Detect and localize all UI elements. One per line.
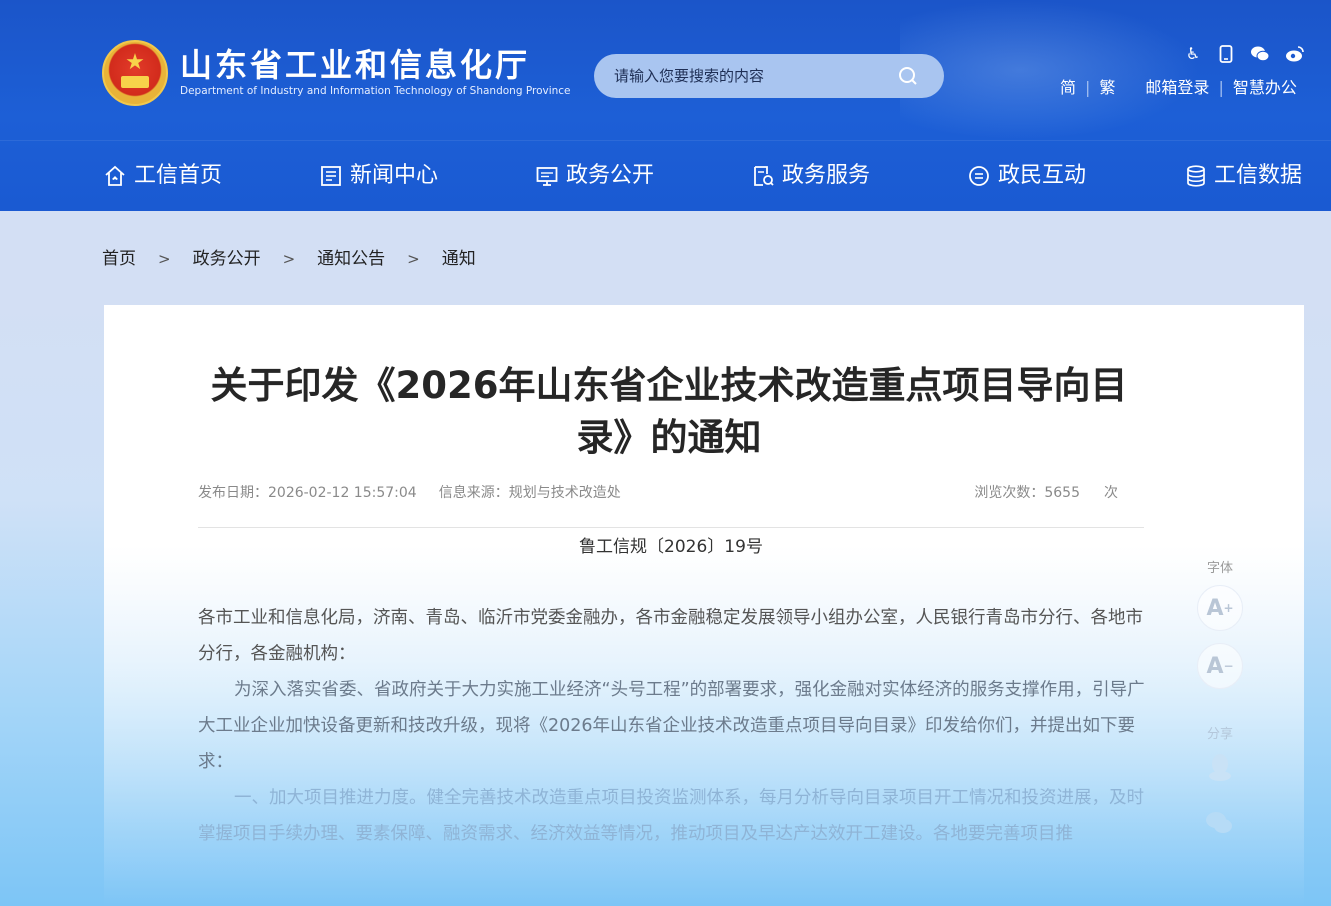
emblem-star-icon: ★	[125, 50, 145, 75]
font-increase-sup: +	[1223, 601, 1234, 615]
source: 规划与技术改造处	[508, 485, 621, 501]
mobile-icon[interactable]	[1215, 43, 1237, 65]
meta-left: 发布日期：2026-02-12 15:57:04 信息来源：规划与技术改造处	[198, 482, 621, 504]
font-increase-button[interactable]: A +	[1197, 585, 1243, 631]
search-icon[interactable]	[898, 66, 918, 86]
views-count: 5655	[1044, 485, 1080, 501]
wechat-icon[interactable]	[1249, 43, 1271, 65]
chat-icon	[969, 166, 989, 186]
breadcrumb-gov-affairs-open[interactable]: 政务公开	[193, 246, 261, 272]
breadcrumb-separator: >	[407, 250, 420, 268]
source-label: 信息来源：	[438, 485, 509, 501]
news-icon	[321, 166, 341, 186]
header-divider	[0, 140, 1331, 141]
document-number: 鲁工信规〔2026〕19号	[579, 537, 763, 557]
tool-icons: ♿	[1182, 43, 1307, 65]
wechat-share-icon[interactable]	[1204, 810, 1234, 840]
nav-item-gov-services[interactable]: 政务服务	[752, 150, 870, 202]
article-meta: 发布日期：2026-02-12 15:57:04 信息来源：规划与技术改造处 浏览…	[198, 482, 1144, 504]
national-emblem-logo[interactable]: ★	[102, 40, 168, 106]
link-separator: |	[1218, 78, 1224, 97]
simplified-chinese-link[interactable]: 简	[1060, 76, 1076, 100]
emblem-gate-icon	[121, 76, 149, 88]
article-body: 各市工业和信息化局，济南、青岛、临沂市党委金融办，各市金融稳定发展领导小组办公室…	[198, 600, 1146, 852]
article-title: 关于印发《2026年山东省企业技术改造重点项目导向目录》的通知	[210, 364, 1128, 459]
views-unit: 次	[1104, 485, 1118, 501]
nav-label: 工信首页	[134, 163, 223, 188]
link-separator: |	[1085, 78, 1091, 97]
search-box	[594, 54, 944, 98]
views-label: 浏览次数：	[974, 485, 1045, 501]
smart-office-link[interactable]: 智慧办公	[1233, 76, 1297, 100]
breadcrumb-notice[interactable]: 通知	[442, 246, 476, 272]
monitor-icon	[536, 167, 558, 186]
font-decrease-button[interactable]: A −	[1197, 643, 1243, 689]
home-icon	[105, 165, 125, 186]
share-label: 分享	[1206, 727, 1233, 742]
nav-item-interaction[interactable]: 政民互动	[968, 150, 1086, 202]
accessibility-icon[interactable]: ♿	[1182, 43, 1204, 65]
nav-label: 政务公开	[566, 163, 655, 188]
breadcrumb-home[interactable]: 首页	[102, 246, 136, 272]
search-input[interactable]	[614, 62, 894, 90]
font-decrease-glyph: A	[1206, 653, 1224, 679]
traditional-chinese-link[interactable]: 繁	[1099, 76, 1115, 100]
breadcrumb: 首页 > 政务公开 > 通知公告 > 通知	[102, 246, 476, 272]
article-paragraph: 一、加大项目推进力度。健全完善技术改造重点项目投资监测体系，每月分析导向目录项目…	[198, 788, 1144, 844]
nav-label: 工信数据	[1214, 163, 1303, 188]
meta-divider	[198, 527, 1144, 528]
font-increase-glyph: A	[1206, 595, 1224, 621]
weibo-icon[interactable]	[1284, 43, 1306, 65]
breadcrumb-announcements[interactable]: 通知公告	[317, 246, 385, 272]
site-subtitle: Department of Industry and Information T…	[180, 85, 571, 97]
article-paragraph: 各市工业和信息化局，济南、青岛、临沂市党委金融办，各市金融稳定发展领导小组办公室…	[198, 608, 1143, 664]
header-background-decoration	[900, 0, 1200, 140]
font-decrease-sup: −	[1223, 659, 1234, 673]
article-paragraph: 为深入落实省委、省政府关于大力实施工业经济“头号工程”的部署要求，强化金融对实体…	[198, 680, 1145, 772]
breadcrumb-separator: >	[158, 250, 171, 268]
publish-date-label: 发布日期：	[198, 485, 268, 501]
qq-icon[interactable]	[1205, 752, 1235, 782]
meta-right: 浏览次数：5655 次	[974, 482, 1118, 504]
nav-item-news[interactable]: 新闻中心	[320, 150, 438, 202]
font-size-label: 字体	[1206, 561, 1233, 576]
database-icon	[1187, 165, 1205, 187]
main-nav: 工信首页 新闻中心 政务公开 政务服务 政民互动 工信数据	[0, 150, 1331, 202]
publish-date: 2026-02-12 15:57:04	[268, 485, 417, 501]
nav-label: 政民互动	[998, 163, 1087, 188]
nav-label: 新闻中心	[350, 163, 439, 188]
breadcrumb-separator: >	[282, 250, 296, 268]
site-header: ★ 山东省工业和信息化厅 Department of Industry and …	[0, 0, 1331, 211]
nav-item-home[interactable]: 工信首页	[104, 150, 222, 202]
nav-item-data[interactable]: 工信数据	[1186, 150, 1302, 202]
top-links: 简 | 繁 邮箱登录 | 智慧办公	[1060, 76, 1297, 100]
mail-login-link[interactable]: 邮箱登录	[1145, 76, 1209, 100]
service-icon	[754, 166, 774, 186]
nav-item-gov-affairs-open[interactable]: 政务公开	[536, 150, 654, 202]
nav-label: 政务服务	[782, 163, 871, 188]
site-title[interactable]: 山东省工业和信息化厅	[180, 45, 530, 85]
